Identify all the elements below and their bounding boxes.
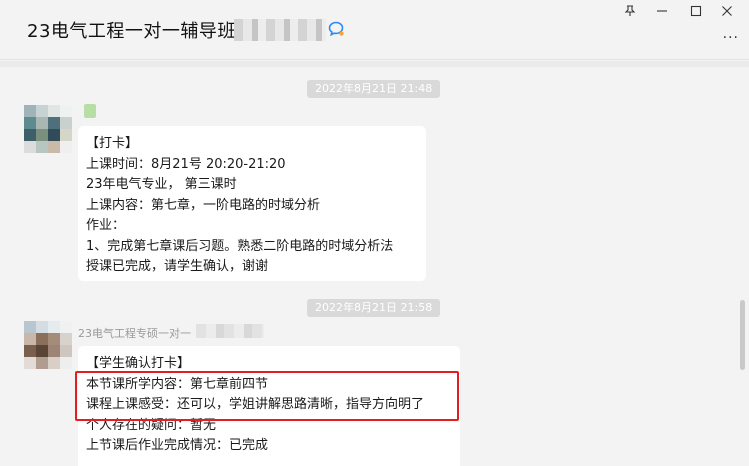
more-options-button[interactable]: ··· xyxy=(723,30,739,46)
message-line: 上课内容：第七章，一阶电路的时域分析 xyxy=(86,197,321,213)
pin-icon xyxy=(624,5,636,16)
blurred-sender-suffix xyxy=(196,324,264,338)
close-button[interactable] xyxy=(712,2,742,20)
message-line: 1、完成第七章课后习题。熟悉二阶电路的时域分析法 xyxy=(86,238,394,254)
chat-bubble-icon[interactable] xyxy=(327,20,345,38)
message-bubble[interactable]: 【打卡】 上课时间：8月21号 20:20-21:20 23年电气专业， 第三课… xyxy=(78,126,426,281)
message-line: 作业： xyxy=(86,218,126,233)
previous-message-edge xyxy=(0,61,749,67)
maximize-button[interactable] xyxy=(681,2,711,20)
message-line: 上课时间：8月21号 20:20-21:20 xyxy=(86,156,286,172)
chat-title: 23电气工程一对一辅导班 xyxy=(27,21,236,42)
timestamp: 2022年8月21日 21:48 xyxy=(307,80,441,98)
sender-name: 23电气工程专硕一对一 xyxy=(78,327,191,340)
message-line: 23年电气专业， 第三课时 xyxy=(86,177,237,192)
highlight-box xyxy=(75,371,459,421)
timestamp: 2022年8月21日 21:58 xyxy=(307,299,441,317)
minimize-button[interactable] xyxy=(647,2,677,20)
avatar[interactable] xyxy=(24,105,72,153)
pin-button[interactable] xyxy=(615,2,645,20)
maximize-icon xyxy=(690,5,702,17)
message-line: 授课已完成，请学生确认，谢谢 xyxy=(86,259,269,274)
blurred-member-count xyxy=(234,19,326,41)
scrollbar-thumb[interactable] xyxy=(740,300,745,370)
message-line: 上节课后作业完成情况：已完成 xyxy=(86,438,269,453)
close-icon xyxy=(722,6,732,16)
sender-tag xyxy=(84,104,96,118)
title-bar: 23电气工程一对一辅导班 ··· xyxy=(0,0,749,60)
message-line: 【打卡】 xyxy=(86,136,139,151)
minimize-icon xyxy=(657,10,667,12)
avatar[interactable] xyxy=(24,321,72,369)
